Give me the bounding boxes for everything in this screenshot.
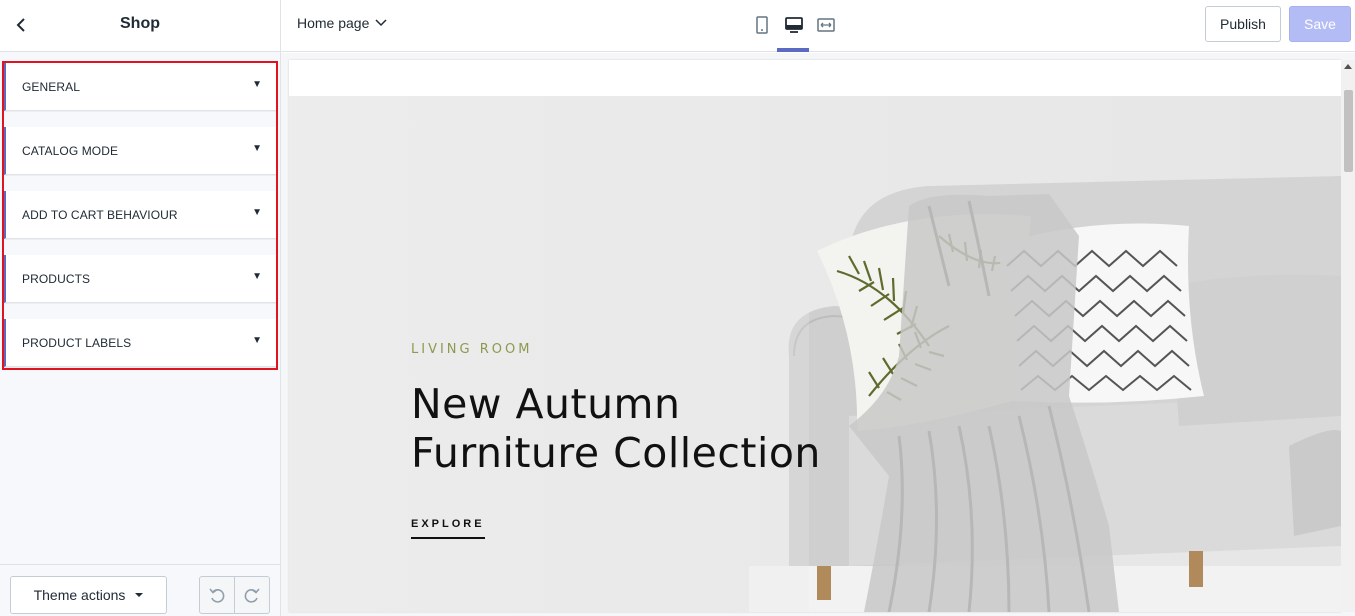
desktop-icon: [785, 17, 803, 33]
hero-slideshow[interactable]: LIVING ROOM New Autumn Furniture Collect…: [289, 96, 1341, 612]
settings-panel-list: GENERAL ▼ CATALOG MODE ▼ ADD TO CART BEH…: [2, 61, 278, 370]
hero-heading-line-2: Furniture Collection: [411, 429, 821, 477]
panel-label: ADD TO CART BEHAVIOUR: [22, 208, 178, 222]
mobile-icon: [756, 16, 768, 34]
hero-kicker: LIVING ROOM: [411, 342, 533, 357]
chevron-down-icon: [375, 19, 387, 27]
undo-button[interactable]: [200, 577, 234, 613]
device-toggle: [749, 12, 839, 38]
publish-button[interactable]: Publish: [1205, 6, 1281, 42]
panel-add-to-cart-behaviour[interactable]: ADD TO CART BEHAVIOUR ▼: [4, 191, 276, 239]
sidebar-footer: Theme actions: [0, 564, 280, 616]
caret-down-icon: ▼: [252, 335, 262, 346]
panel-label: PRODUCT LABELS: [22, 336, 132, 350]
full-width-view-button[interactable]: [813, 12, 839, 38]
save-button[interactable]: Save: [1289, 6, 1351, 42]
theme-editor-sidebar: Shop GENERAL ▼ CATALOG MODE ▼ ADD TO CAR…: [0, 0, 281, 616]
theme-actions-button[interactable]: Theme actions: [10, 576, 167, 614]
hero-heading: New Autumn Furniture Collection: [411, 380, 821, 478]
desktop-view-button[interactable]: [781, 12, 807, 38]
full-width-icon: [817, 18, 835, 32]
panel-label: PRODUCTS: [22, 272, 91, 286]
theme-actions-label: Theme actions: [33, 587, 126, 603]
caret-down-icon: ▼: [252, 207, 262, 218]
panel-product-labels[interactable]: PRODUCT LABELS ▼: [4, 319, 276, 367]
panel-general[interactable]: GENERAL ▼: [4, 63, 276, 111]
redo-icon: [244, 588, 260, 603]
caret-down-icon: ▼: [252, 271, 262, 282]
undo-icon: [209, 588, 225, 603]
caret-down-icon: ▼: [252, 79, 262, 90]
editor-topbar: Home page Publish Save: [281, 0, 1355, 52]
panel-label: CATALOG MODE: [22, 144, 119, 158]
sidebar-header: Shop: [0, 0, 280, 52]
caret-down-icon: [135, 593, 144, 597]
caret-down-icon: ▼: [252, 143, 262, 154]
panel-label: GENERAL: [22, 80, 81, 94]
explore-link[interactable]: EXPLORE: [411, 518, 485, 539]
active-device-indicator: [777, 48, 809, 52]
undo-redo-group: [199, 576, 270, 614]
panel-products[interactable]: PRODUCTS ▼: [4, 255, 276, 303]
page-selector-label: Home page: [297, 15, 370, 31]
mobile-view-button[interactable]: [749, 12, 775, 38]
preview-scrollbar[interactable]: [1341, 60, 1355, 612]
storefront-preview[interactable]: LIVING ROOM New Autumn Furniture Collect…: [289, 60, 1341, 612]
sidebar-title: Shop: [120, 15, 160, 32]
hero-heading-line-1: New Autumn: [411, 380, 681, 428]
storefront-header: [289, 60, 1341, 96]
scroll-up-icon[interactable]: [1344, 64, 1352, 69]
redo-button[interactable]: [234, 577, 269, 613]
panel-catalog-mode[interactable]: CATALOG MODE ▼: [4, 127, 276, 175]
scroll-thumb[interactable]: [1344, 90, 1353, 172]
page-selector[interactable]: Home page: [297, 15, 387, 31]
